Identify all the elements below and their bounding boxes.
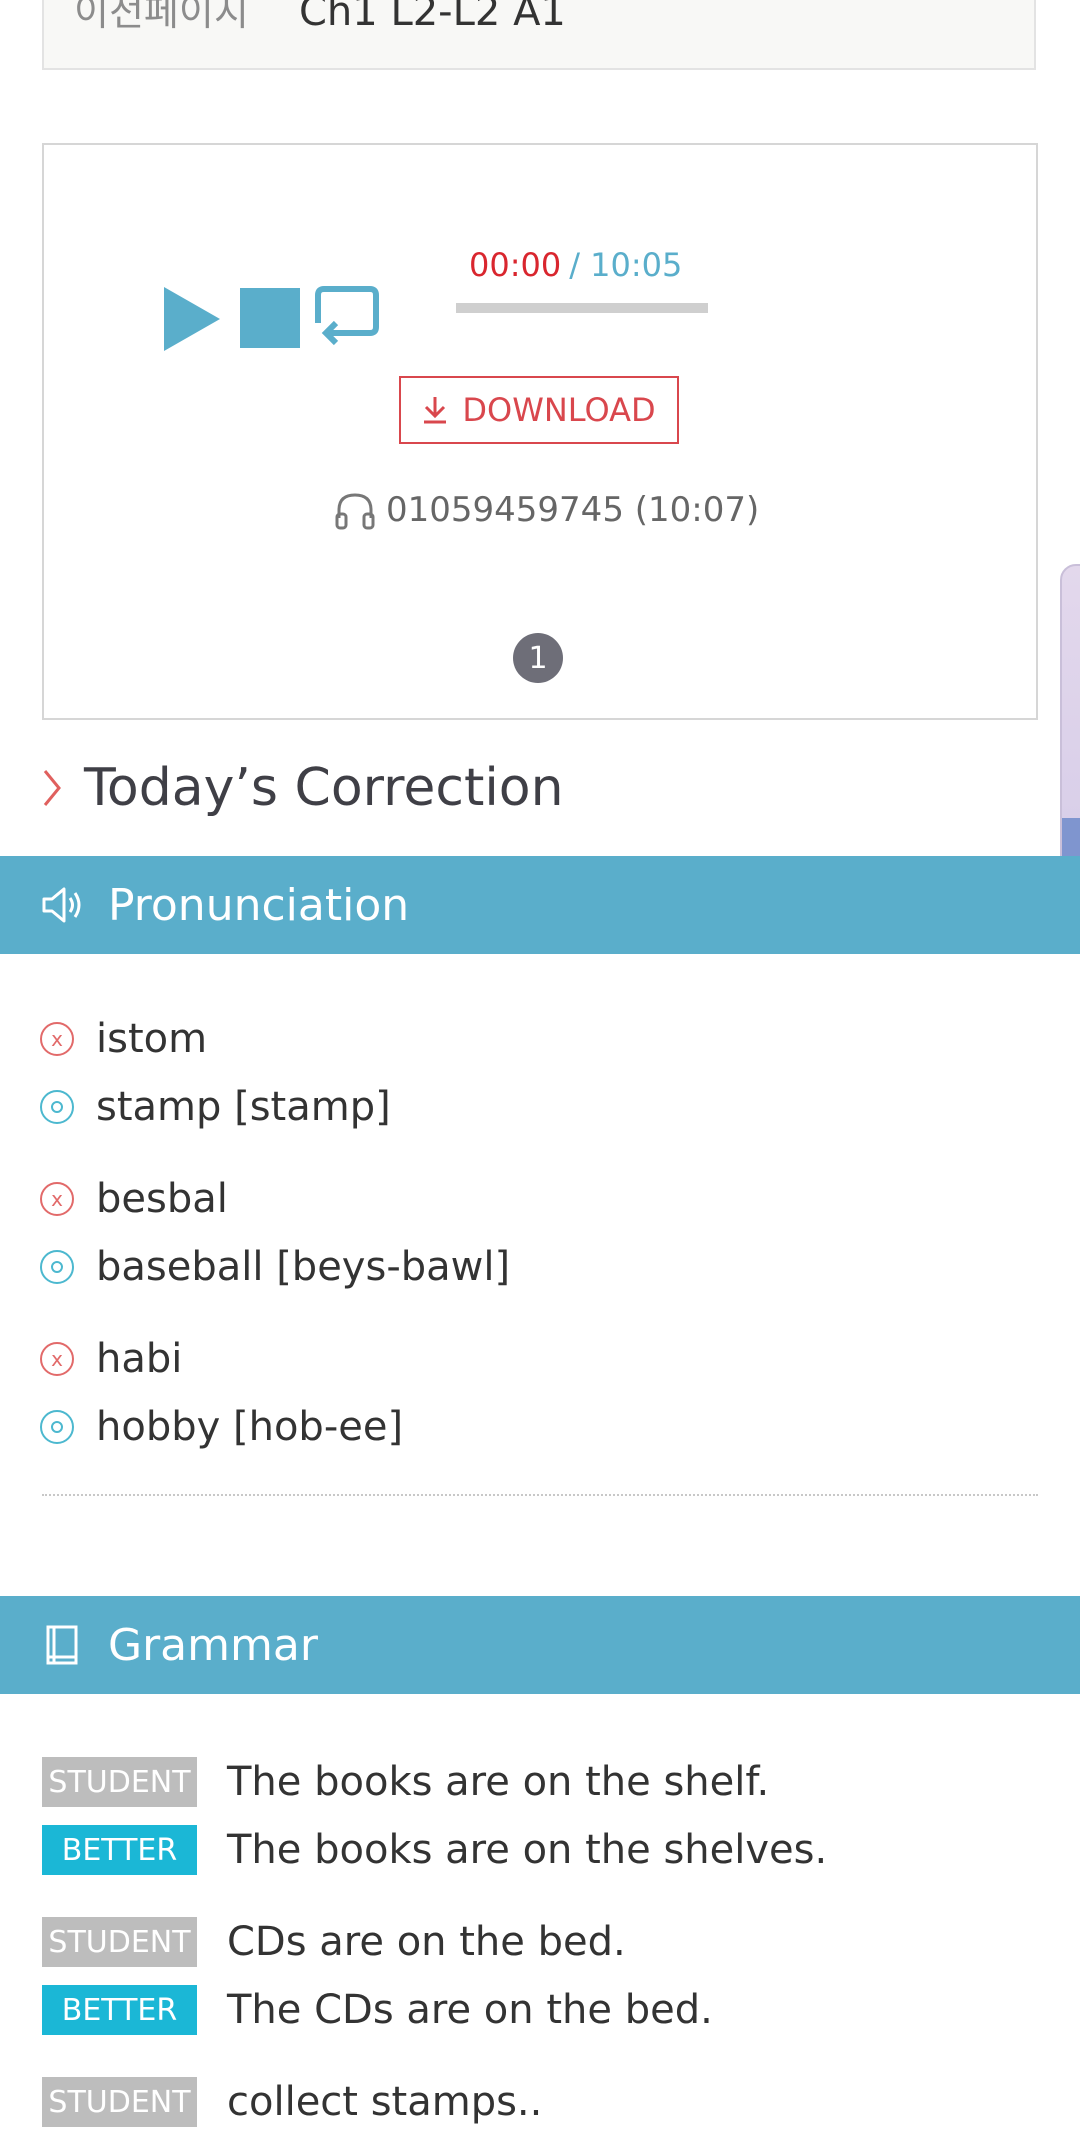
section-divider (42, 1494, 1038, 1496)
pronunciation-right-item: baseball [beys-bawl] (40, 1233, 1040, 1301)
todays-correction-heading: Today’s Correction (42, 756, 564, 820)
correct-mark-icon (40, 1090, 74, 1124)
wrong-pronunciation: istom (96, 1016, 208, 1062)
student-sentence: collect stamps.. (227, 2079, 543, 2125)
current-time: 00:00 (469, 246, 562, 284)
time-separator: / (569, 246, 580, 284)
pronunciation-header: Pronunciation (0, 856, 1080, 954)
better-sentence: The books are on the shelves. (227, 1827, 828, 1873)
grammar-better-item: BETTER The CDs are on the bed. (42, 1976, 1042, 2044)
better-sentence: The CDs are on the bed. (227, 1987, 713, 2033)
total-time: 10:05 (590, 246, 683, 284)
grammar-group: STUDENT The books are on the shelf. BETT… (42, 1748, 1042, 1884)
student-sentence: The books are on the shelf. (227, 1759, 770, 1805)
pronunciation-right-item: stamp [stamp] (40, 1073, 1040, 1141)
grammar-header: Grammar (0, 1596, 1080, 1694)
book-icon (46, 1625, 78, 1665)
phone-info-text: 01059459745 (10:07) (386, 490, 760, 530)
pronunciation-group: x besbal baseball [beys-bawl] (40, 1165, 1040, 1301)
download-icon (422, 395, 448, 425)
correct-pronunciation: baseball [beys-bawl] (96, 1244, 511, 1290)
download-button[interactable]: DOWNLOAD (399, 376, 679, 444)
better-tag: BETTER (42, 1825, 197, 1875)
grammar-title: Grammar (108, 1619, 318, 1671)
student-tag: STUDENT (42, 1917, 197, 1967)
previous-page-title[interactable]: Ch1 L2-L2 A1 (299, 0, 566, 32)
grammar-group: STUDENT collect stamps.. (42, 2068, 1042, 2131)
page: 이전페이지 Ch1 L2-L2 A1 00:00/ 10:05 DOWNLOAD… (0, 0, 1080, 2131)
better-tag: BETTER (42, 1985, 197, 2035)
wrong-mark-icon: x (40, 1182, 74, 1216)
student-tag: STUDENT (42, 2077, 197, 2127)
recording-info: 01059459745 (10:07) (334, 490, 759, 530)
wrong-pronunciation: besbal (96, 1176, 228, 1222)
pronunciation-wrong-item: x besbal (40, 1165, 1040, 1233)
pronunciation-group: x habi hobby [hob-ee] (40, 1325, 1040, 1461)
student-sentence: CDs are on the bed. (227, 1919, 626, 1965)
wrong-mark-icon: x (40, 1022, 74, 1056)
grammar-better-item: BETTER The books are on the shelves. (42, 1816, 1042, 1884)
repeat-button[interactable] (314, 283, 380, 353)
pronunciation-wrong-item: x istom (40, 1005, 1040, 1073)
correct-mark-icon (40, 1410, 74, 1444)
wrong-mark-icon: x (40, 1342, 74, 1376)
repeat-icon (315, 286, 379, 346)
progress-bar[interactable] (456, 303, 708, 313)
grammar-list: STUDENT The books are on the shelf. BETT… (42, 1748, 1042, 2131)
grammar-student-item: STUDENT CDs are on the bed. (42, 1908, 1042, 1976)
correct-pronunciation: stamp [stamp] (96, 1084, 391, 1130)
correct-pronunciation: hobby [hob-ee] (96, 1404, 404, 1450)
grammar-student-item: STUDENT The books are on the shelf. (42, 1748, 1042, 1816)
todays-correction-title: Today’s Correction (84, 758, 564, 818)
stop-button[interactable] (240, 288, 300, 348)
correct-mark-icon (40, 1250, 74, 1284)
pronunciation-title: Pronunciation (108, 879, 410, 931)
play-button[interactable] (162, 285, 222, 353)
audio-player: 00:00/ 10:05 DOWNLOAD 01059459745 (10:07… (42, 143, 1038, 720)
download-label: DOWNLOAD (462, 391, 656, 429)
previous-page-box[interactable]: 이전페이지 Ch1 L2-L2 A1 (42, 0, 1036, 70)
pronunciation-right-item: hobby [hob-ee] (40, 1393, 1040, 1461)
student-tag: STUDENT (42, 1757, 197, 1807)
headphones-icon (335, 493, 375, 530)
page-number-badge[interactable]: 1 (513, 633, 563, 683)
pronunciation-wrong-item: x habi (40, 1325, 1040, 1393)
wrong-pronunciation: habi (96, 1336, 183, 1382)
grammar-student-item: STUDENT collect stamps.. (42, 2068, 1042, 2131)
time-display: 00:00/ 10:05 (469, 245, 682, 285)
previous-page-label: 이전페이지 (74, 0, 249, 34)
speaker-icon (42, 887, 81, 923)
side-drawer-handle[interactable] (1060, 564, 1080, 904)
pronunciation-group: x istom stamp [stamp] (40, 1005, 1040, 1141)
chevron-right-icon (42, 768, 62, 808)
play-icon (164, 287, 220, 351)
grammar-group: STUDENT CDs are on the bed. BETTER The C… (42, 1908, 1042, 2044)
pronunciation-list: x istom stamp [stamp] x besbal baseball … (40, 1005, 1040, 1485)
